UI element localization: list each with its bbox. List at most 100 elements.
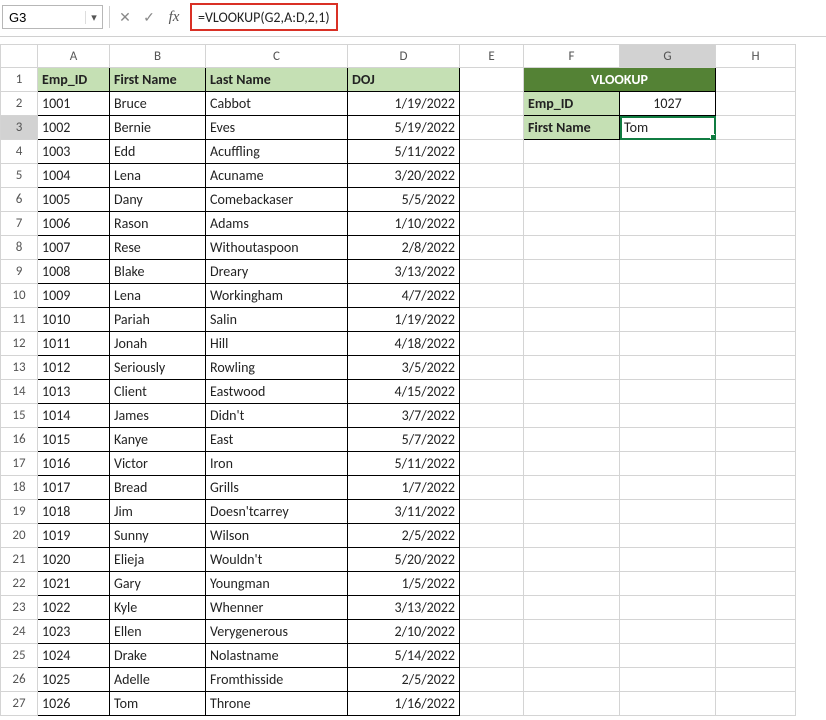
cell-doj[interactable]: 1/16/2022 xyxy=(348,692,460,716)
col-A[interactable]: A xyxy=(38,45,110,68)
cell-empid[interactable]: 1015 xyxy=(38,428,110,452)
cell-empid[interactable]: 1020 xyxy=(38,548,110,572)
cell-G14[interactable] xyxy=(620,380,716,404)
cell-F9[interactable] xyxy=(524,260,620,284)
cell-F27[interactable] xyxy=(524,692,620,716)
cell-E18[interactable] xyxy=(460,476,524,500)
cell-F13[interactable] xyxy=(524,356,620,380)
lookup-fn-label[interactable]: First Name xyxy=(524,116,620,140)
cell-firstname[interactable]: Lena xyxy=(110,284,206,308)
cell-E10[interactable] xyxy=(460,284,524,308)
cell-firstname[interactable]: Kyle xyxy=(110,596,206,620)
cell-doj[interactable]: 3/7/2022 xyxy=(348,404,460,428)
cell-G5[interactable] xyxy=(620,164,716,188)
cell-empid[interactable]: 1018 xyxy=(38,500,110,524)
cell-empid[interactable]: 1026 xyxy=(38,692,110,716)
rowhdr-3[interactable]: 3 xyxy=(1,116,38,140)
cell-F22[interactable] xyxy=(524,572,620,596)
col-F[interactable]: F xyxy=(524,45,620,68)
cell-lastname[interactable]: Throne xyxy=(206,692,348,716)
cell-G7[interactable] xyxy=(620,212,716,236)
cell-H4[interactable] xyxy=(716,140,796,164)
cell-lastname[interactable]: Acuffling xyxy=(206,140,348,164)
cell-G17[interactable] xyxy=(620,452,716,476)
cell-doj[interactable]: 5/11/2022 xyxy=(348,140,460,164)
cell-H2[interactable] xyxy=(716,92,796,116)
cell-F5[interactable] xyxy=(524,164,620,188)
rowhdr-19[interactable]: 19 xyxy=(1,500,38,524)
cell-H8[interactable] xyxy=(716,236,796,260)
rowhdr-23[interactable]: 23 xyxy=(1,596,38,620)
cell-H19[interactable] xyxy=(716,500,796,524)
cell-doj[interactable]: 2/5/2022 xyxy=(348,668,460,692)
cell-firstname[interactable]: Ellen xyxy=(110,620,206,644)
rowhdr-8[interactable]: 8 xyxy=(1,236,38,260)
cell-E14[interactable] xyxy=(460,380,524,404)
rowhdr-2[interactable]: 2 xyxy=(1,92,38,116)
cell-lastname[interactable]: East xyxy=(206,428,348,452)
cell-E24[interactable] xyxy=(460,620,524,644)
cell-H6[interactable] xyxy=(716,188,796,212)
rowhdr-14[interactable]: 14 xyxy=(1,380,38,404)
cell-doj[interactable]: 3/13/2022 xyxy=(348,260,460,284)
cell-empid[interactable]: 1009 xyxy=(38,284,110,308)
cell-E27[interactable] xyxy=(460,692,524,716)
formula-input[interactable]: =VLOOKUP(G2,A:D,2,1) xyxy=(198,9,330,26)
cell-lastname[interactable]: Wouldn't xyxy=(206,548,348,572)
cell-F18[interactable] xyxy=(524,476,620,500)
cell-firstname[interactable]: Lena xyxy=(110,164,206,188)
cell-lastname[interactable]: Dreary xyxy=(206,260,348,284)
cell-doj[interactable]: 1/7/2022 xyxy=(348,476,460,500)
cell-F25[interactable] xyxy=(524,644,620,668)
cell-F10[interactable] xyxy=(524,284,620,308)
cell-H12[interactable] xyxy=(716,332,796,356)
cell-E25[interactable] xyxy=(460,644,524,668)
cell-H14[interactable] xyxy=(716,380,796,404)
cell-lastname[interactable]: Comebackaser xyxy=(206,188,348,212)
rowhdr-21[interactable]: 21 xyxy=(1,548,38,572)
cell-doj[interactable]: 5/19/2022 xyxy=(348,116,460,140)
cell-G20[interactable] xyxy=(620,524,716,548)
cell-E6[interactable] xyxy=(460,188,524,212)
cell-H9[interactable] xyxy=(716,260,796,284)
cell-G26[interactable] xyxy=(620,668,716,692)
cell-doj[interactable]: 5/20/2022 xyxy=(348,548,460,572)
select-all[interactable] xyxy=(1,45,38,68)
cell-empid[interactable]: 1025 xyxy=(38,668,110,692)
cell-lastname[interactable]: Eves xyxy=(206,116,348,140)
rowhdr-16[interactable]: 16 xyxy=(1,428,38,452)
rowhdr-22[interactable]: 22 xyxy=(1,572,38,596)
rowhdr-13[interactable]: 13 xyxy=(1,356,38,380)
rowhdr-9[interactable]: 9 xyxy=(1,260,38,284)
cell-G21[interactable] xyxy=(620,548,716,572)
cell-empid[interactable]: 1005 xyxy=(38,188,110,212)
rowhdr-24[interactable]: 24 xyxy=(1,620,38,644)
cell-E2[interactable] xyxy=(460,92,524,116)
cell-H21[interactable] xyxy=(716,548,796,572)
cell-H13[interactable] xyxy=(716,356,796,380)
cell-firstname[interactable]: Blake xyxy=(110,260,206,284)
col-D[interactable]: D xyxy=(348,45,460,68)
cell-empid[interactable]: 1014 xyxy=(38,404,110,428)
cell-firstname[interactable]: Jonah xyxy=(110,332,206,356)
cell-E8[interactable] xyxy=(460,236,524,260)
cell-lastname[interactable]: Verygenerous xyxy=(206,620,348,644)
cell-G13[interactable] xyxy=(620,356,716,380)
cell-G8[interactable] xyxy=(620,236,716,260)
cell-H11[interactable] xyxy=(716,308,796,332)
cell-lastname[interactable]: Nolastname xyxy=(206,644,348,668)
cancel-formula-icon[interactable]: ✕ xyxy=(116,9,134,26)
cell-firstname[interactable]: Pariah xyxy=(110,308,206,332)
cell-F15[interactable] xyxy=(524,404,620,428)
cell-doj[interactable]: 3/11/2022 xyxy=(348,500,460,524)
cell-doj[interactable]: 3/5/2022 xyxy=(348,356,460,380)
cell-lastname[interactable]: Fromthisside xyxy=(206,668,348,692)
cell-doj[interactable]: 5/14/2022 xyxy=(348,644,460,668)
cell-H18[interactable] xyxy=(716,476,796,500)
cell-F21[interactable] xyxy=(524,548,620,572)
cell-H1[interactable] xyxy=(716,68,796,92)
cell-lastname[interactable]: Salin xyxy=(206,308,348,332)
cell-F23[interactable] xyxy=(524,596,620,620)
cell-E23[interactable] xyxy=(460,596,524,620)
cell-doj[interactable]: 2/5/2022 xyxy=(348,524,460,548)
